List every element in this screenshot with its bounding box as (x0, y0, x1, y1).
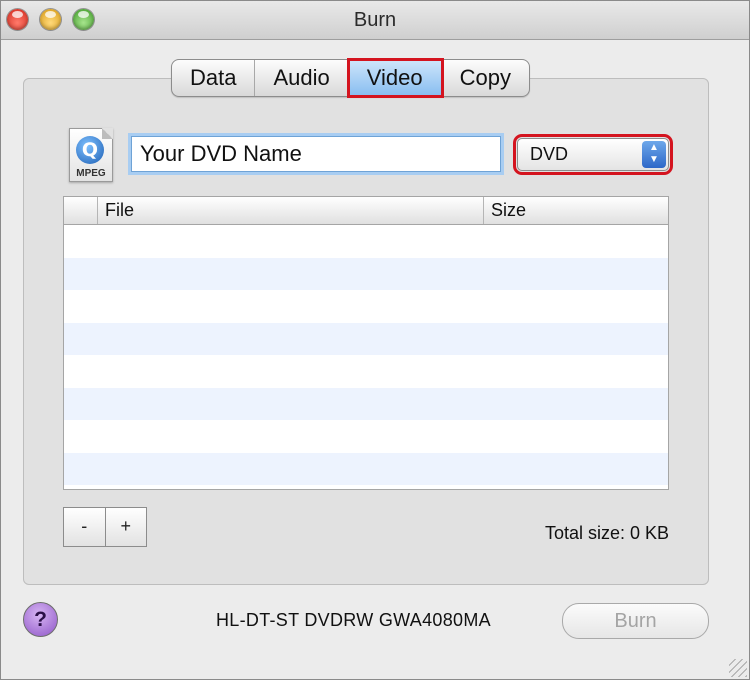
quicktime-q-icon: Q (76, 136, 104, 164)
mpeg-icon-label: MPEG (76, 168, 106, 179)
table-header: File Size (64, 197, 668, 225)
table-row (64, 225, 668, 258)
table-row (64, 322, 668, 355)
resize-grip-icon[interactable] (729, 659, 747, 677)
up-down-arrows-icon: ▲ ▼ (642, 141, 666, 168)
burn-button[interactable]: Burn (562, 603, 709, 639)
table-row (64, 290, 668, 323)
add-file-button[interactable]: + (106, 508, 147, 546)
help-icon[interactable]: ? (23, 602, 58, 637)
disc-format-select[interactable]: DVD ▲ ▼ (513, 134, 673, 175)
column-header-checkbox[interactable] (64, 197, 97, 224)
tab-bar: Data Audio Video Copy (171, 58, 530, 98)
table-row (64, 257, 668, 290)
table-row (64, 452, 668, 485)
tab-audio[interactable]: Audio (255, 60, 349, 96)
mpeg-file-icon: Q MPEG (69, 128, 113, 182)
title-bar: Burn (1, 1, 749, 40)
disc-name-input[interactable] (131, 136, 501, 172)
tab-copy[interactable]: Copy (442, 60, 529, 96)
column-header-size[interactable]: Size (483, 197, 668, 224)
column-header-file[interactable]: File (97, 197, 483, 224)
drive-name-label: HL-DT-ST DVDRW GWA4080MA (216, 610, 491, 630)
tab-video[interactable]: Video (346, 58, 444, 98)
tab-data[interactable]: Data (172, 60, 256, 96)
table-body[interactable] (64, 225, 668, 485)
table-row (64, 420, 668, 453)
table-row (64, 355, 668, 388)
table-row (64, 387, 668, 420)
file-table: File Size (63, 196, 669, 490)
add-remove-buttons: - + (63, 507, 147, 547)
window-title: Burn (353, 9, 397, 31)
disc-format-value: DVD (530, 144, 569, 164)
remove-file-button[interactable]: - (64, 508, 106, 546)
burn-window: Burn Data Audio Video Copy Q MPEG DVD ▲▼… (0, 0, 750, 680)
total-size-label: Total size: 0 KB (544, 523, 669, 543)
